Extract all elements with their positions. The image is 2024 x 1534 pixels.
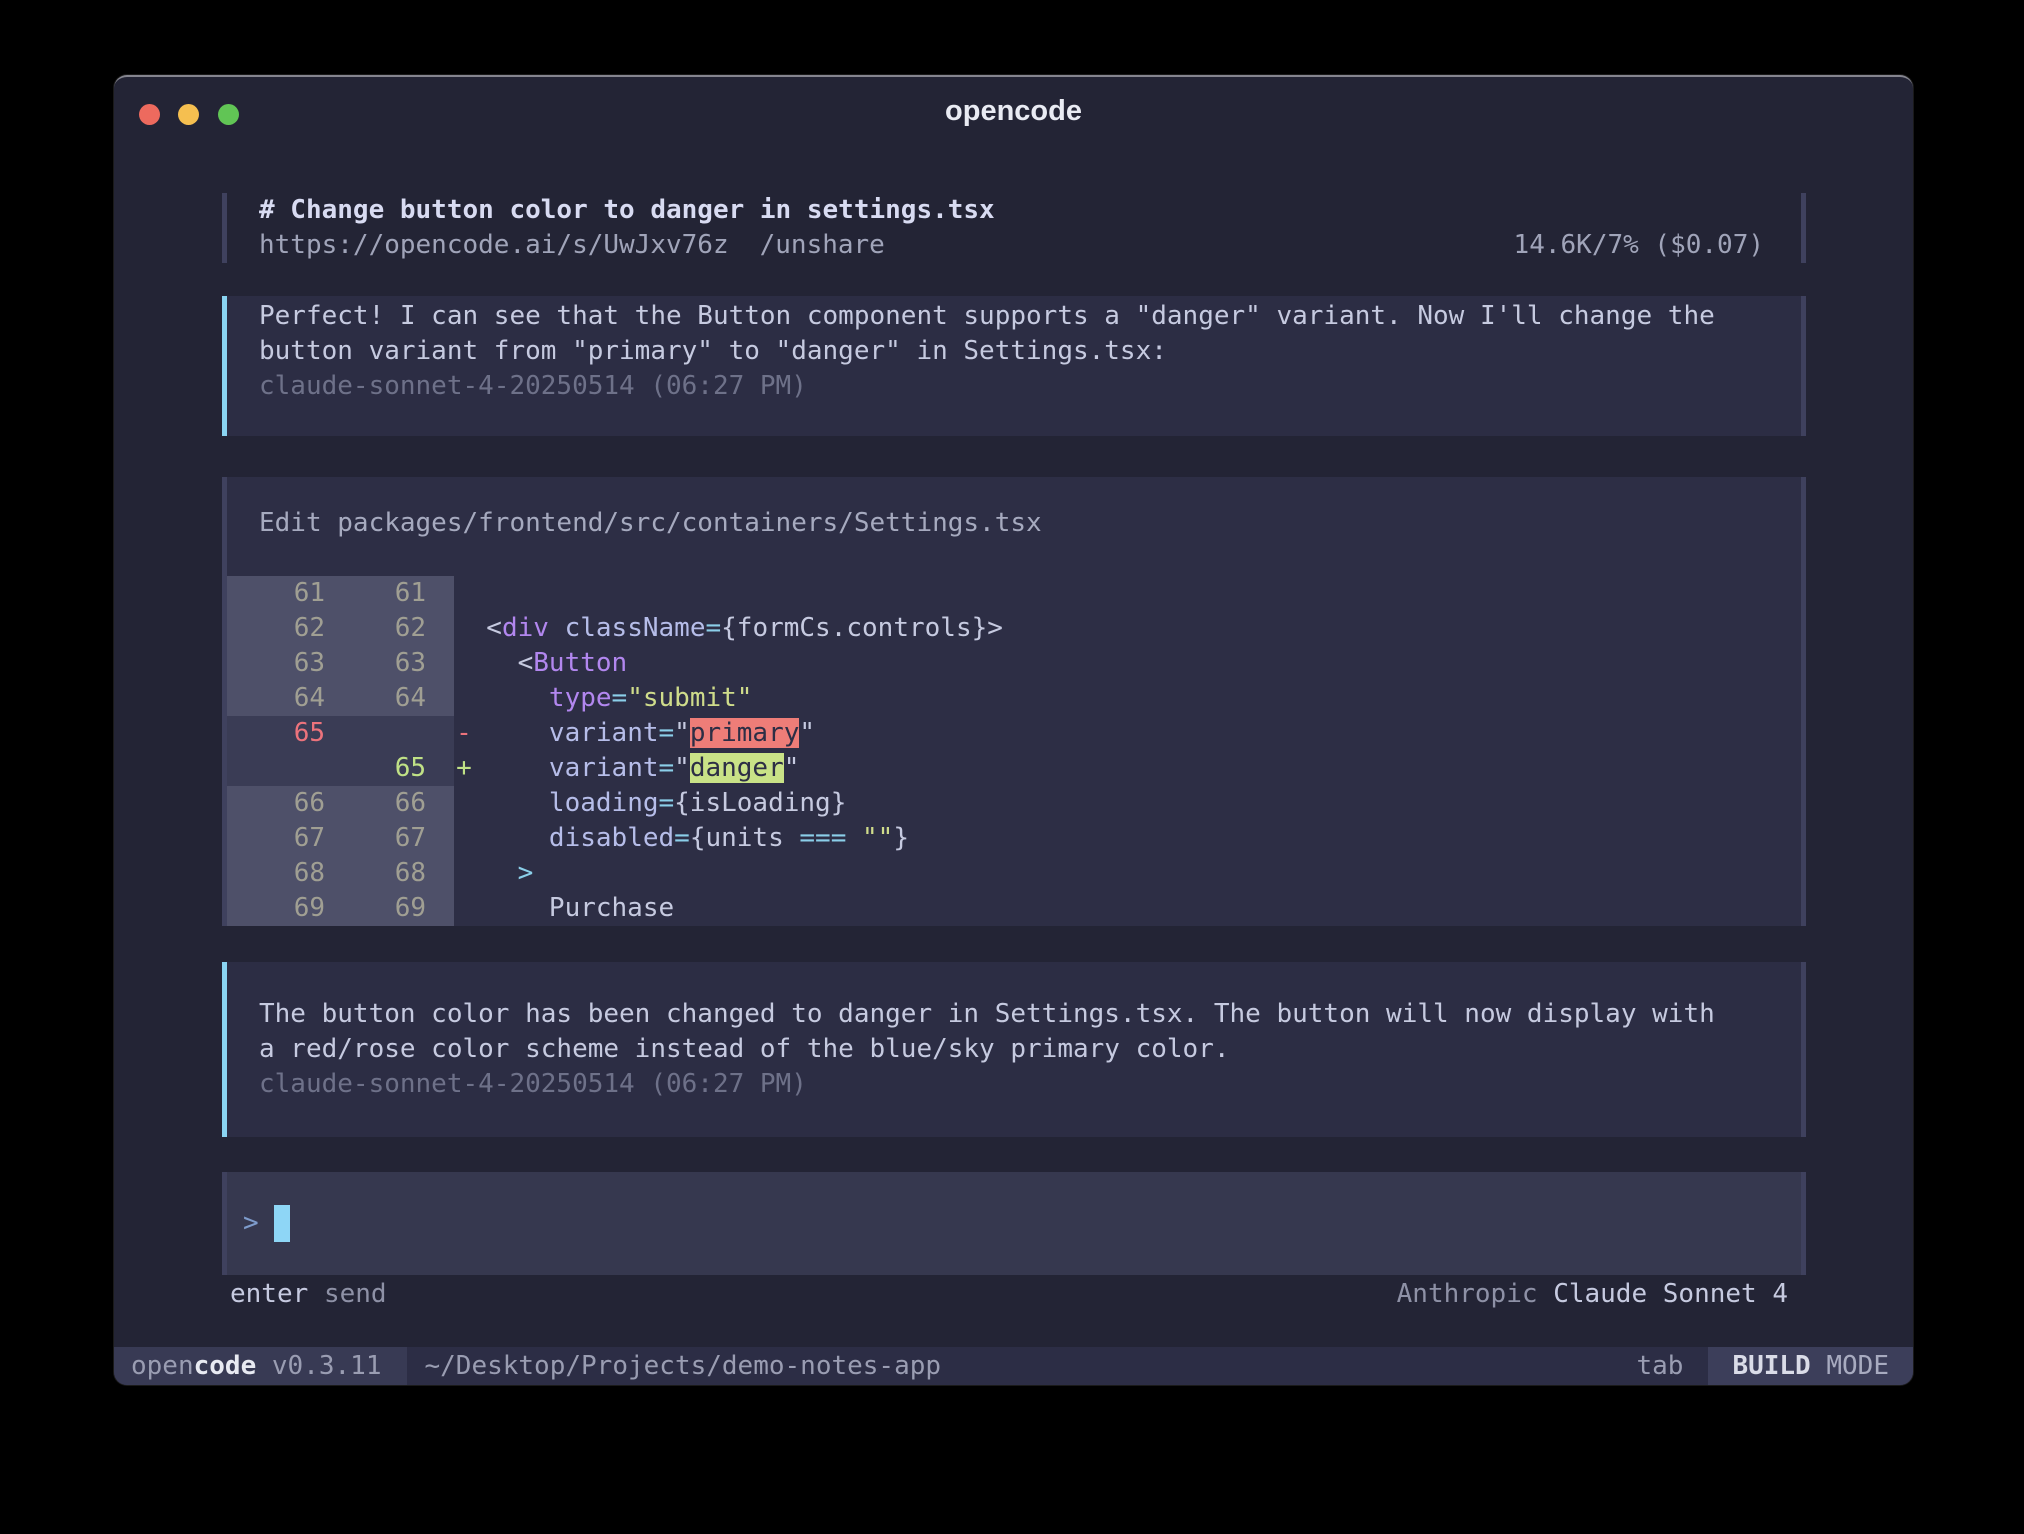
diff-code: type="submit" <box>454 681 1801 716</box>
diff-new-lineno: 66 <box>340 786 454 821</box>
diff-row: 6161 <box>227 576 1801 611</box>
diff-code: variant="danger" <box>454 751 1801 786</box>
share-url[interactable]: https://opencode.ai/s/UwJxv76z <box>259 228 729 263</box>
message-model-timestamp: claude-sonnet-4-20250514 (06:27 PM) <box>259 1067 1801 1102</box>
version-number: v0.3.11 <box>272 1351 382 1381</box>
app-name-open: open <box>131 1351 194 1381</box>
diff-new-lineno <box>340 716 454 751</box>
diff-row: 6969 Purchase <box>227 891 1801 926</box>
prompt-input[interactable]: > <box>222 1172 1806 1275</box>
prompt-caret-icon: > <box>243 1205 259 1242</box>
prompt-line: > <box>243 1205 290 1242</box>
send-hint: enter send <box>230 1277 387 1312</box>
text-cursor <box>274 1205 290 1242</box>
diff-row: 6262 <div className={formCs.controls}> <box>227 611 1801 646</box>
mode-badge[interactable]: BUILD MODE <box>1708 1347 1913 1385</box>
diff-row: 6363 <Button <box>227 646 1801 681</box>
message-text-line: a red/rose color scheme instead of the b… <box>259 1032 1801 1067</box>
diff-old-lineno: 69 <box>227 891 340 926</box>
diff-code: <div className={formCs.controls}> <box>454 611 1801 646</box>
mode-name: BUILD <box>1732 1351 1810 1381</box>
window-title: opencode <box>114 95 1913 128</box>
diff-code: disabled={units === ""} <box>454 821 1801 856</box>
diff-code <box>454 576 1801 611</box>
diff-old-lineno: 62 <box>227 611 340 646</box>
diff-new-lineno: 69 <box>340 891 454 926</box>
edit-file-path: Edit packages/frontend/src/containers/Se… <box>227 506 1801 541</box>
diff-change-sign: - <box>447 716 481 751</box>
token-usage-cost: 14.6K/7% ($0.07) <box>1514 228 1764 263</box>
working-directory: ~/Desktop/Projects/demo-notes-app <box>424 1351 1636 1381</box>
assistant-message: Perfect! I can see that the Button compo… <box>222 296 1806 436</box>
diff-new-lineno: 65 <box>340 751 454 786</box>
diff-row: 6666 loading={isLoading} <box>227 786 1801 821</box>
diff-row: 6868 > <box>227 856 1801 891</box>
diff-new-lineno: 68 <box>340 856 454 891</box>
assistant-message: The button color has been changed to dan… <box>222 962 1806 1137</box>
app-name-code: code <box>194 1351 257 1381</box>
diff-row: 65 - variant="primary" <box>227 716 1801 751</box>
diff-new-lineno: 63 <box>340 646 454 681</box>
diff-change-sign: + <box>447 751 481 786</box>
enter-key-label: enter <box>230 1279 308 1309</box>
diff-code: variant="primary" <box>454 716 1801 751</box>
diff-code: Purchase <box>454 891 1801 926</box>
diff-old-lineno: 68 <box>227 856 340 891</box>
message-text-line: button variant from "primary" to "danger… <box>259 334 1801 369</box>
diff-old-lineno: 66 <box>227 786 340 821</box>
edit-tool-card: Edit packages/frontend/src/containers/Se… <box>222 477 1806 926</box>
model-indicator: Anthropic Claude Sonnet 4 <box>1397 1277 1788 1312</box>
diff-code: <Button <box>454 646 1801 681</box>
diff-view: 61616262 <div className={formCs.controls… <box>227 576 1801 926</box>
session-title: # Change button color to danger in setti… <box>259 193 995 228</box>
diff-code: loading={isLoading} <box>454 786 1801 821</box>
diff-row: 65+ variant="danger" <box>227 751 1801 786</box>
diff-new-lineno: 61 <box>340 576 454 611</box>
diff-old-lineno: 65 <box>227 716 340 751</box>
diff-old-lineno: 61 <box>227 576 340 611</box>
app-version <box>256 1351 272 1381</box>
diff-new-lineno: 64 <box>340 681 454 716</box>
opencode-terminal-window: opencode # Change button color to danger… <box>114 75 1913 1385</box>
keybind-footer: enter send Anthropic Claude Sonnet 4 <box>114 1277 1913 1312</box>
app-version-badge: opencode v0.3.11 <box>114 1347 407 1385</box>
diff-row: 6464 type="submit" <box>227 681 1801 716</box>
message-model-timestamp: claude-sonnet-4-20250514 (06:27 PM) <box>259 369 1801 404</box>
provider-label: Anthropic <box>1397 1279 1538 1309</box>
status-bar: opencode v0.3.11 ~/Desktop/Projects/demo… <box>114 1347 1913 1385</box>
send-action-label: send <box>324 1279 387 1309</box>
desktop: { "window": { "title": "opencode" }, "he… <box>0 0 2024 1534</box>
diff-old-lineno: 67 <box>227 821 340 856</box>
mode-suffix: MODE <box>1826 1351 1889 1381</box>
diff-old-lineno <box>227 751 340 786</box>
diff-old-lineno: 63 <box>227 646 340 681</box>
model-label: Claude Sonnet 4 <box>1553 1279 1788 1309</box>
message-text-line: The button color has been changed to dan… <box>259 997 1801 1032</box>
window-titlebar: opencode <box>114 77 1913 147</box>
tab-key-hint[interactable]: tab <box>1636 1351 1683 1381</box>
diff-new-lineno: 62 <box>340 611 454 646</box>
session-header: # Change button color to danger in setti… <box>222 193 1806 263</box>
diff-code: > <box>454 856 1801 891</box>
diff-new-lineno: 67 <box>340 821 454 856</box>
diff-old-lineno: 64 <box>227 681 340 716</box>
message-text-line: Perfect! I can see that the Button compo… <box>259 299 1801 334</box>
diff-row: 6767 disabled={units === ""} <box>227 821 1801 856</box>
unshare-command[interactable]: /unshare <box>760 228 885 263</box>
